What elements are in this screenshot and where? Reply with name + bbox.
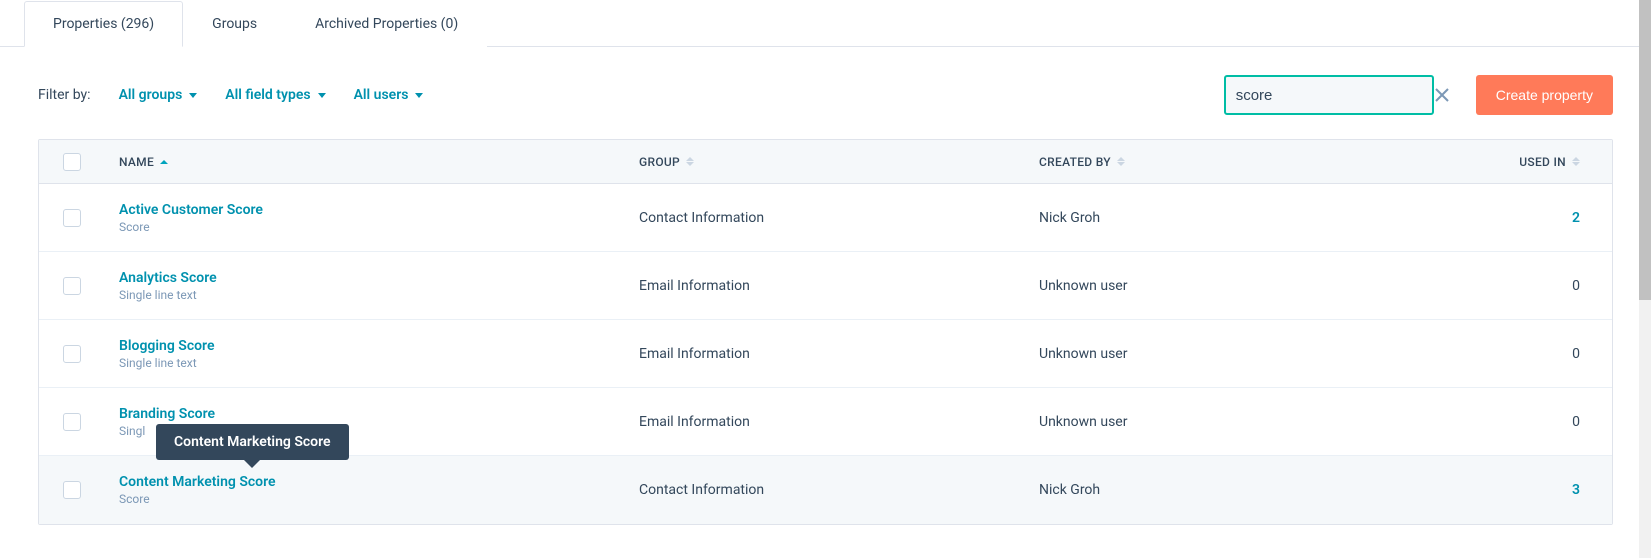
- select-all-checkbox[interactable]: [63, 153, 81, 171]
- used-in-link[interactable]: 3: [1572, 482, 1580, 498]
- search-input[interactable]: [1236, 87, 1435, 104]
- row-checkbox-cell: [39, 277, 105, 295]
- property-type-label: Score: [119, 492, 276, 506]
- column-header-createdby[interactable]: CREATED BY: [1025, 155, 1345, 169]
- properties-table: NAME GROUP CREATED BY USE: [38, 139, 1613, 525]
- chevron-down-icon: [189, 93, 197, 98]
- table-row[interactable]: Content Marketing Score Score Contact Info…: [39, 456, 1612, 524]
- chevron-down-icon: [415, 93, 423, 98]
- scrollbar-thumb[interactable]: [1639, 0, 1651, 300]
- row-group-cell: Contact Information: [625, 482, 1025, 498]
- scrollbar[interactable]: [1639, 0, 1651, 558]
- used-in-value: 0: [1572, 278, 1580, 294]
- row-createdby-cell: Unknown user: [1025, 278, 1345, 294]
- row-usedin-cell: 0: [1345, 346, 1612, 362]
- row-group-cell: Email Information: [625, 346, 1025, 362]
- row-createdby-cell: Nick Groh: [1025, 482, 1345, 498]
- sort-icon: [686, 157, 694, 166]
- used-in-value: 0: [1572, 414, 1580, 430]
- filter-users-label: All users: [354, 87, 409, 103]
- row-usedin-cell: 2: [1345, 210, 1612, 226]
- row-checkbox[interactable]: [63, 345, 81, 363]
- column-header-group[interactable]: GROUP: [625, 155, 1025, 169]
- row-checkbox-cell: [39, 345, 105, 363]
- row-checkbox-cell: [39, 209, 105, 227]
- property-name-link[interactable]: Content Marketing Score: [119, 474, 276, 490]
- used-in-value: 0: [1572, 346, 1580, 362]
- filter-fieldtypes-label: All field types: [225, 87, 310, 103]
- property-type-label: Score: [119, 220, 263, 234]
- property-type-label: Single line text: [119, 288, 217, 302]
- create-property-button[interactable]: Create property: [1476, 75, 1613, 115]
- filter-fieldtypes-dropdown[interactable]: All field types: [225, 87, 325, 103]
- used-in-link[interactable]: 2: [1572, 210, 1580, 226]
- row-createdby-cell: Nick Groh: [1025, 210, 1345, 226]
- row-name-cell: Active Customer Score Score: [105, 202, 625, 234]
- property-name-link[interactable]: Branding Score: [119, 406, 215, 422]
- table-row[interactable]: Blogging Score Single line text Email Info…: [39, 320, 1612, 388]
- filter-users-dropdown[interactable]: All users: [354, 87, 424, 103]
- property-type-label: Single line text: [119, 356, 214, 370]
- row-usedin-cell: 0: [1345, 414, 1612, 430]
- sort-icon: [160, 160, 168, 164]
- property-type-label: Singl: [119, 424, 215, 438]
- row-checkbox-cell: [39, 481, 105, 499]
- table-row[interactable]: Active Customer Score Score Contact Inform…: [39, 184, 1612, 252]
- tab-properties[interactable]: Properties (296): [24, 1, 183, 47]
- table-row[interactable]: Branding Score Singl Email InformationUnkn…: [39, 388, 1612, 456]
- sort-icon: [1572, 157, 1580, 166]
- search-box[interactable]: [1224, 75, 1434, 115]
- row-createdby-cell: Unknown user: [1025, 414, 1345, 430]
- row-checkbox[interactable]: [63, 209, 81, 227]
- row-usedin-cell: 3: [1345, 482, 1612, 498]
- row-usedin-cell: 0: [1345, 278, 1612, 294]
- row-name-cell: Branding Score Singl: [105, 406, 625, 438]
- filter-row: Filter by: All groups All field types Al…: [24, 75, 1627, 139]
- header-checkbox-cell: [39, 153, 105, 171]
- row-checkbox[interactable]: [63, 413, 81, 431]
- table-header: NAME GROUP CREATED BY USE: [39, 140, 1612, 184]
- row-name-cell: Content Marketing Score Score: [105, 474, 625, 506]
- tabs-bar: Properties (296) Groups Archived Propert…: [0, 0, 1651, 47]
- row-createdby-cell: Unknown user: [1025, 346, 1345, 362]
- row-checkbox[interactable]: [63, 277, 81, 295]
- row-name-cell: Blogging Score Single line text: [105, 338, 625, 370]
- column-header-usedin[interactable]: USED IN: [1345, 155, 1612, 169]
- column-header-name[interactable]: NAME: [105, 155, 625, 169]
- filter-groups-label: All groups: [119, 87, 183, 103]
- row-group-cell: Email Information: [625, 414, 1025, 430]
- tab-groups[interactable]: Groups: [183, 1, 286, 47]
- row-checkbox-cell: [39, 413, 105, 431]
- sort-icon: [1117, 157, 1125, 166]
- tab-archived[interactable]: Archived Properties (0): [286, 1, 487, 47]
- filter-by-label: Filter by:: [38, 87, 91, 103]
- chevron-down-icon: [318, 93, 326, 98]
- row-group-cell: Email Information: [625, 278, 1025, 294]
- row-checkbox[interactable]: [63, 481, 81, 499]
- property-name-link[interactable]: Analytics Score: [119, 270, 217, 286]
- property-name-link[interactable]: Active Customer Score: [119, 202, 263, 218]
- clear-search-icon[interactable]: [1435, 86, 1449, 104]
- filter-groups-dropdown[interactable]: All groups: [119, 87, 198, 103]
- table-row[interactable]: Analytics Score Single line text Email Inf…: [39, 252, 1612, 320]
- row-group-cell: Contact Information: [625, 210, 1025, 226]
- property-name-link[interactable]: Blogging Score: [119, 338, 214, 354]
- row-name-cell: Analytics Score Single line text: [105, 270, 625, 302]
